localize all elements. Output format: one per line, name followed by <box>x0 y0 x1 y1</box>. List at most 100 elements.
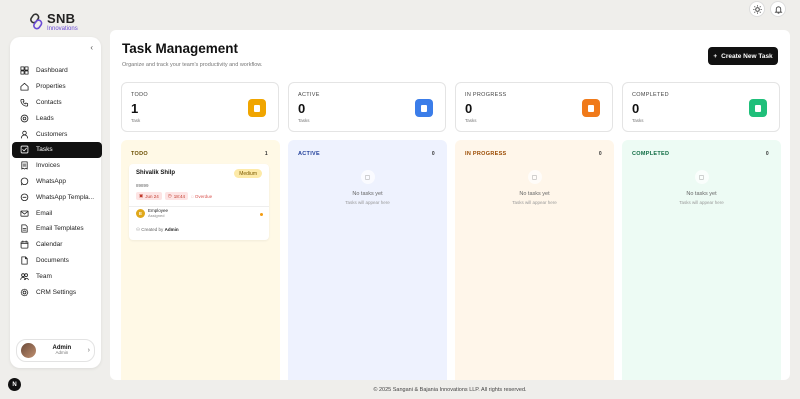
stat-label: IN PROGRESS <box>465 92 507 98</box>
user-icon <box>19 129 29 139</box>
sidebar-item-documents[interactable]: Documents <box>12 253 102 269</box>
column-title: COMPLETED <box>632 151 670 157</box>
stat-value: 1 <box>131 101 139 116</box>
create-task-label: Create New Task <box>721 52 773 60</box>
stat-card-completed: COMPLETED 0 Tasks <box>622 82 780 132</box>
home-icon <box>19 82 29 92</box>
dashboard-icon <box>19 66 29 76</box>
clipboard-icon <box>582 99 600 117</box>
clipboard-icon <box>749 99 767 117</box>
stats-row: TODO 1 Task ACTIVE 0 Tasks IN PROGRESS 0 Tasks CO… <box>121 82 780 132</box>
stat-unit: Task <box>131 118 141 123</box>
empty-subtitle: Tasks will appear here <box>512 200 557 205</box>
phone-icon <box>19 97 29 107</box>
next-badge[interactable]: N <box>8 378 21 391</box>
due-date: Jun 24 <box>145 193 159 199</box>
clipboard-icon <box>415 99 433 117</box>
sidebar-item-label: Properties <box>36 83 66 91</box>
priority-badge: Medium <box>234 169 262 178</box>
column-title: ACTIVE <box>298 151 320 157</box>
invoice-icon <box>19 161 29 171</box>
due-date-chip: ▣ Jun 24 <box>136 192 162 200</box>
clipboard-icon: ▢ <box>694 170 709 184</box>
due-time-chip: ◷ 18:44 <box>164 192 188 200</box>
column-count: 0 <box>598 151 602 157</box>
sidebar-item-email-templates[interactable]: Email Templates <box>12 221 102 237</box>
column-count: 1 <box>264 151 268 157</box>
column-todo: TODO 1 Shivalik Shilp Medium 89899 ▣ Jun 24 ◷ 18… <box>121 140 280 380</box>
sidebar-item-properties[interactable]: Properties <box>12 79 102 95</box>
stat-value: 0 <box>632 101 640 116</box>
sidebar-item-tasks[interactable]: Tasks <box>12 141 102 158</box>
sidebar-item-label: WhatsApp Templa... <box>36 193 95 201</box>
clipboard-icon: ▢ <box>527 170 542 184</box>
notifications-button[interactable] <box>770 1 786 17</box>
created-by: ⚇ Created by Admin <box>136 227 179 233</box>
theme-toggle-button[interactable] <box>749 1 765 17</box>
empty-state: ▢ No tasks yet Tasks will appear here <box>622 170 781 205</box>
priority-dot <box>260 213 263 216</box>
user-role: Admin <box>55 350 69 356</box>
clipboard-icon <box>248 99 266 117</box>
main-panel: Task Management Organize and track your … <box>110 30 790 380</box>
sidebar-item-label: Invoices <box>36 162 60 170</box>
sidebar-item-label: WhatsApp <box>36 177 66 185</box>
task-board: TODO 1 Shivalik Shilp Medium 89899 ▣ Jun 24 ◷ 18… <box>121 140 781 380</box>
stat-unit: Tasks <box>465 118 477 123</box>
stat-unit: Tasks <box>298 118 310 123</box>
checkbox-icon <box>19 145 29 155</box>
file-icon <box>19 255 29 265</box>
brand-title: SNB <box>47 11 76 26</box>
user-profile-card[interactable]: Admin Admin › <box>16 339 95 362</box>
empty-subtitle: Tasks will appear here <box>679 200 724 205</box>
chevron-left-icon[interactable]: ‹ <box>90 43 93 52</box>
sidebar-item-whatsapp[interactable]: WhatsApp <box>12 174 102 190</box>
brand-logo[interactable]: SNB Innovations <box>30 12 78 32</box>
empty-subtitle: Tasks will appear here <box>345 200 390 205</box>
column-title: IN PROGRESS <box>465 151 507 157</box>
stat-unit: Tasks <box>632 118 644 123</box>
avatar <box>21 343 36 358</box>
divider <box>129 206 269 207</box>
sidebar-item-label: Team <box>36 272 52 280</box>
sun-icon <box>752 4 762 14</box>
page-subtitle: Organize and track your team's productiv… <box>122 62 263 68</box>
sidebar-item-label: Customers <box>36 130 68 138</box>
empty-state: ▢ No tasks yet Tasks will appear here <box>288 170 447 205</box>
sidebar-item-dashboard[interactable]: Dashboard <box>12 63 102 79</box>
task-title: Shivalik Shilp <box>136 170 176 176</box>
sidebar-item-invoices[interactable]: Invoices <box>12 158 102 174</box>
due-time: 18:44 <box>173 193 185 199</box>
assignee-avatar: E <box>136 209 145 219</box>
sidebar-item-crm-settings[interactable]: CRM Settings <box>12 284 102 300</box>
stat-label: TODO <box>131 92 148 98</box>
empty-title: No tasks yet <box>352 191 383 197</box>
sidebar-item-email[interactable]: Email <box>12 205 102 221</box>
task-card[interactable]: Shivalik Shilp Medium 89899 ▣ Jun 24 ◷ 18:44 ◌ … <box>129 164 269 240</box>
sidebar-item-contacts[interactable]: Contacts <box>12 95 102 111</box>
empty-state: ▢ No tasks yet Tasks will appear here <box>455 170 614 205</box>
stat-card-active: ACTIVE 0 Tasks <box>288 82 446 132</box>
sidebar-item-leads[interactable]: Leads <box>12 110 102 126</box>
sidebar-item-customers[interactable]: Customers <box>12 126 102 142</box>
whatsapp-icon <box>19 176 29 186</box>
column-count: 0 <box>765 151 769 157</box>
stat-value: 0 <box>465 101 473 116</box>
sidebar: ‹ Dashboard Properties Contacts Leads Custom… <box>10 37 102 368</box>
create-task-button[interactable]: + Create New Task <box>708 47 778 65</box>
created-prefix: Created by <box>141 227 164 232</box>
calendar-icon <box>19 240 29 250</box>
gear-icon <box>19 287 29 297</box>
column-count: 0 <box>431 151 435 157</box>
calendar-icon: ▣ <box>139 193 144 198</box>
sidebar-item-whatsapp-templa[interactable]: WhatsApp Templa... <box>12 189 102 205</box>
stat-value: 0 <box>298 101 306 116</box>
sidebar-item-label: Dashboard <box>36 67 68 75</box>
footer: © 2025 Sangani & Bajania Innovations LLP… <box>110 380 790 399</box>
clipboard-icon: ▢ <box>360 170 375 184</box>
overdue-label: Overdue <box>194 193 213 199</box>
sidebar-nav: Dashboard Properties Contacts Leads Customer… <box>12 63 102 300</box>
sidebar-item-team[interactable]: Team <box>12 268 102 284</box>
created-by-name: Admin <box>164 227 179 232</box>
sidebar-item-calendar[interactable]: Calendar <box>12 237 102 253</box>
